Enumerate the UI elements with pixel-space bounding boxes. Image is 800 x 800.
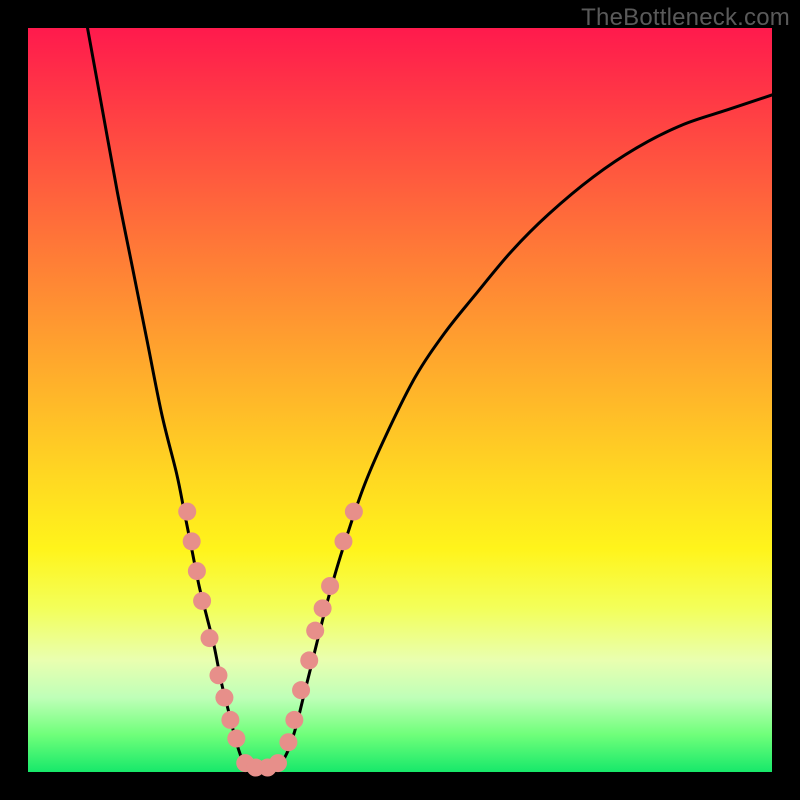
marker-group xyxy=(178,503,363,777)
chart-frame: TheBottleneck.com xyxy=(0,0,800,800)
data-marker xyxy=(178,503,196,521)
data-marker xyxy=(215,689,233,707)
data-marker xyxy=(221,711,239,729)
data-marker xyxy=(201,629,219,647)
data-marker xyxy=(279,733,297,751)
data-marker xyxy=(334,532,352,550)
data-marker xyxy=(209,666,227,684)
data-marker xyxy=(269,754,287,772)
data-marker xyxy=(188,562,206,580)
data-marker xyxy=(306,622,324,640)
curve-svg xyxy=(28,28,772,772)
plot-area xyxy=(28,28,772,772)
watermark-text: TheBottleneck.com xyxy=(581,4,790,32)
data-marker xyxy=(193,592,211,610)
data-marker xyxy=(227,730,245,748)
bottleneck-curve xyxy=(88,28,772,769)
data-marker xyxy=(321,577,339,595)
data-marker xyxy=(345,503,363,521)
data-marker xyxy=(300,651,318,669)
curve-group xyxy=(88,28,772,769)
data-marker xyxy=(314,599,332,617)
data-marker xyxy=(183,532,201,550)
data-marker xyxy=(285,711,303,729)
data-marker xyxy=(292,681,310,699)
